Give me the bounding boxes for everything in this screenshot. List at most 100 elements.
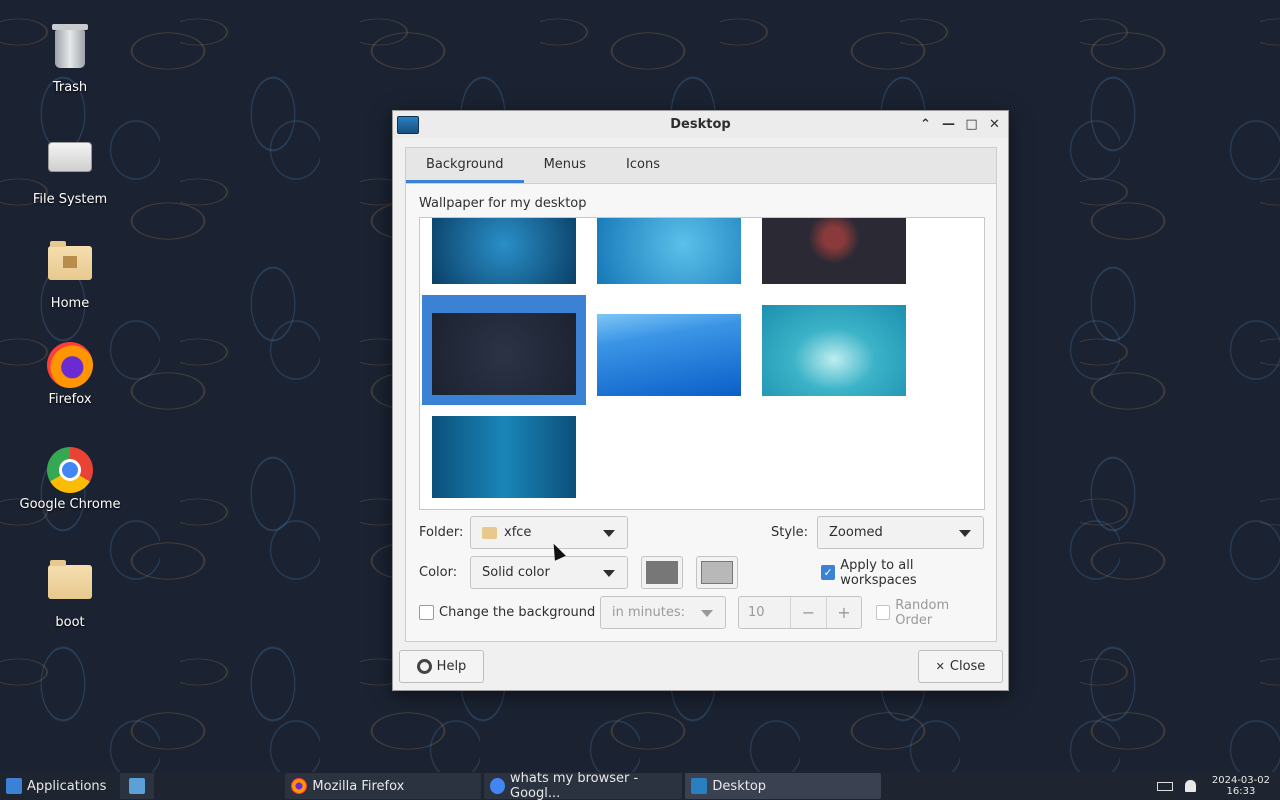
wallpaper-list[interactable] [419, 217, 985, 510]
folder-label: Folder: [419, 525, 464, 540]
task-chrome[interactable]: whats my browser - Googl... [484, 771, 683, 800]
task-desktop[interactable]: Desktop [685, 773, 882, 799]
desktop-icon-boot[interactable]: boot [15, 555, 125, 630]
notification-bell-icon[interactable] [1179, 773, 1202, 799]
secondary-color-swatch [701, 561, 733, 584]
minimize-window-icon[interactable]: — [939, 115, 958, 134]
interval-value[interactable]: 10 [739, 597, 791, 628]
desktop-icon-home[interactable]: Home [15, 236, 125, 311]
tab-menus[interactable]: Menus [524, 148, 606, 183]
wallpaper-image [432, 313, 576, 395]
shade-window-icon[interactable]: ⌃ [916, 115, 935, 134]
random-order-label: Random Order [895, 597, 950, 628]
help-icon [416, 659, 432, 674]
firefox-icon [46, 342, 94, 390]
applications-menu-button[interactable]: Applications [0, 773, 112, 799]
desktop-icon-trash[interactable]: Trash [15, 24, 125, 95]
change-background-checkbox[interactable]: Change the background [419, 605, 595, 620]
chrome-icon [490, 778, 506, 794]
close-button[interactable]: ✕ Close [918, 650, 1003, 683]
decrement-button[interactable]: − [791, 597, 826, 628]
window-titlebar[interactable]: Desktop ⌃ — □ ✕ [393, 111, 1008, 138]
style-dropdown[interactable]: Zoomed [817, 516, 984, 549]
folder-icon [482, 526, 497, 539]
desktop-icon-chrome[interactable]: Google Chrome [15, 447, 125, 512]
applications-label: Applications [27, 778, 107, 794]
checkbox-unchecked-icon [419, 605, 434, 620]
help-label: Help [436, 659, 467, 674]
close-label: Close [949, 659, 986, 674]
color-label: Color: [419, 565, 458, 580]
folder-icon [46, 560, 94, 613]
battery-icon[interactable] [1151, 773, 1179, 799]
apply-all-workspaces-checkbox[interactable]: ✓ Apply to all workspaces [821, 558, 985, 588]
style-value: Zoomed [829, 525, 883, 540]
apply-all-label: Apply to all workspaces [840, 557, 917, 588]
primary-color-swatch [646, 561, 678, 584]
tab-background[interactable]: Background [406, 148, 524, 183]
desktop-icon [129, 778, 146, 794]
wallpaper-image [762, 218, 906, 284]
color-value: Solid color [482, 565, 550, 580]
wallpaper-thumbnail-selected[interactable] [422, 295, 586, 405]
xfce-logo-icon [6, 778, 22, 794]
desktop-icon-label: Firefox [48, 392, 92, 407]
wallpaper-thumbnail[interactable] [597, 314, 741, 396]
wallpaper-section-label: Wallpaper for my desktop [419, 196, 587, 211]
wallpaper-thumbnail[interactable] [597, 218, 741, 284]
clock-time: 16:33 [1226, 786, 1256, 797]
folder-value: xfce [504, 525, 532, 540]
primary-color-button[interactable] [641, 556, 683, 589]
desktop-icon-firefox[interactable]: Firefox [15, 342, 125, 407]
task-label: Desktop [712, 778, 767, 794]
wallpaper-thumbnail[interactable] [762, 305, 906, 396]
increment-button[interactable]: + [826, 597, 861, 628]
interval-spinbutton[interactable]: 10 − + [738, 596, 862, 629]
tab-icons[interactable]: Icons [606, 148, 680, 183]
chevron-down-icon [959, 530, 971, 537]
checkbox-unchecked-icon [876, 605, 891, 620]
wallpaper-thumbnail[interactable] [762, 218, 906, 284]
desktop-icon-file-system[interactable]: File System [15, 130, 125, 207]
color-dropdown[interactable]: Solid color [470, 556, 628, 589]
close-window-icon[interactable]: ✕ [985, 115, 1004, 134]
taskbar: Applications Mozilla Firefox whats my br… [0, 771, 1280, 800]
tab-bar: Background Menus Icons [406, 148, 996, 184]
random-order-checkbox[interactable]: Random Order [876, 598, 985, 628]
drive-icon [46, 142, 94, 190]
task-label: whats my browser - Googl... [510, 771, 639, 800]
wallpaper-image [432, 218, 576, 284]
wallpaper-image [762, 305, 906, 396]
task-firefox[interactable]: Mozilla Firefox [285, 773, 482, 799]
home-folder-icon [46, 241, 94, 294]
desktop-icon-label: boot [55, 615, 85, 630]
chevron-down-icon [603, 530, 615, 537]
chevron-down-icon [701, 610, 713, 617]
desktop-icon-label: File System [32, 192, 108, 207]
desktop-icon-label: Trash [52, 80, 88, 95]
style-label: Style: [771, 525, 809, 540]
help-button[interactable]: Help [399, 650, 484, 683]
desktop-app-icon [397, 115, 419, 134]
workspace-switcher[interactable] [154, 773, 282, 799]
wallpaper-thumbnail[interactable] [432, 416, 576, 498]
wallpaper-image [432, 416, 576, 498]
firefox-icon [291, 778, 308, 794]
interval-unit-dropdown[interactable]: in minutes: [600, 596, 726, 629]
maximize-window-icon[interactable]: □ [962, 115, 981, 134]
settings-notebook: Background Menus Icons Wallpaper for my … [405, 147, 997, 642]
desktop-app-icon [691, 778, 708, 794]
wallpaper-image [597, 314, 741, 396]
clock[interactable]: 2024-03-02 16:33 [1202, 775, 1280, 797]
clock-date: 2024-03-02 [1211, 775, 1270, 786]
show-desktop-button[interactable] [120, 773, 155, 799]
secondary-color-button[interactable] [696, 556, 738, 589]
change-bg-label: Change the background [439, 605, 596, 620]
wallpaper-image [597, 218, 741, 284]
folder-dropdown[interactable]: xfce [470, 516, 628, 549]
interval-unit-value: in minutes: [612, 605, 685, 620]
desktop-icon-label: Google Chrome [19, 497, 121, 512]
desktop-settings-window: Desktop ⌃ — □ ✕ Background Menus Icons W… [392, 110, 1009, 691]
task-label: Mozilla Firefox [312, 778, 405, 794]
wallpaper-thumbnail[interactable] [432, 218, 576, 284]
